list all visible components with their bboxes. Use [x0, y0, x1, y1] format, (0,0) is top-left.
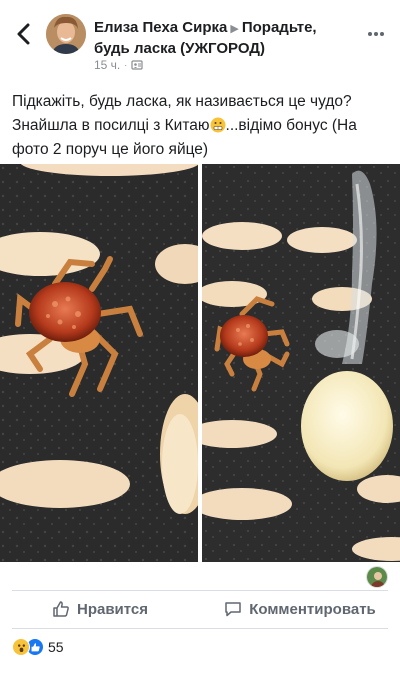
- post-meta: 15 ч. ·: [94, 58, 143, 72]
- post-line-3: фото 2 поруч це його яйце): [12, 141, 209, 158]
- comment-bubble-icon: [225, 602, 241, 617]
- back-button[interactable]: [12, 22, 36, 46]
- grimace-emoji-icon: [210, 117, 226, 133]
- reaction-count: 55: [48, 639, 64, 655]
- post-line-2: Знайшла в посилці з Китаю ...відімо бонус…: [12, 114, 392, 138]
- group-privacy-icon: [131, 60, 143, 70]
- group-arrow-icon: ▶: [230, 23, 239, 35]
- comment-label: Комментировать: [249, 600, 376, 618]
- chevron-left-icon: [17, 23, 30, 45]
- like-button[interactable]: Нравится: [0, 592, 200, 626]
- thumbs-up-icon: [53, 601, 69, 617]
- commenter-avatar[interactable]: [366, 566, 388, 588]
- like-label: Нравится: [76, 600, 149, 618]
- actions-divider-top: [12, 590, 388, 591]
- post-line-1: Підкажіть, будь ласка, як називається це…: [12, 93, 352, 110]
- more-dots-icon: [368, 32, 384, 36]
- photo-grid: [0, 164, 400, 562]
- post-line-2b: ...відімо бонус (На: [225, 117, 357, 134]
- post-line-2a: Знайшла в посилці з Китаю: [12, 117, 210, 134]
- meta-separator: ·: [124, 60, 128, 70]
- post-title: Елиза Пеха Сирка ▶ Порадьте, будь ласка (У…: [94, 18, 354, 58]
- reaction-icons: [12, 638, 44, 656]
- more-options-button[interactable]: [366, 24, 386, 44]
- author-avatar[interactable]: [46, 14, 86, 54]
- post-body: Підкажіть, будь ласка, як називається це…: [12, 90, 392, 162]
- actions-divider-bottom: [12, 628, 388, 629]
- post-header: Елиза Пеха Сирка ▶ Порадьте, будь ласка (У…: [0, 0, 400, 84]
- photo-spider[interactable]: [0, 164, 198, 562]
- author-name[interactable]: Елиза Пеха Сирка: [94, 19, 227, 36]
- comment-button[interactable]: Комментировать: [200, 592, 400, 626]
- post-time[interactable]: 15 ч.: [94, 58, 120, 72]
- action-bar: Нравится Комментировать: [0, 592, 400, 626]
- wow-reaction-icon: [12, 638, 30, 656]
- reactions-summary[interactable]: 55: [12, 638, 64, 656]
- photo-spider-egg[interactable]: [202, 164, 400, 562]
